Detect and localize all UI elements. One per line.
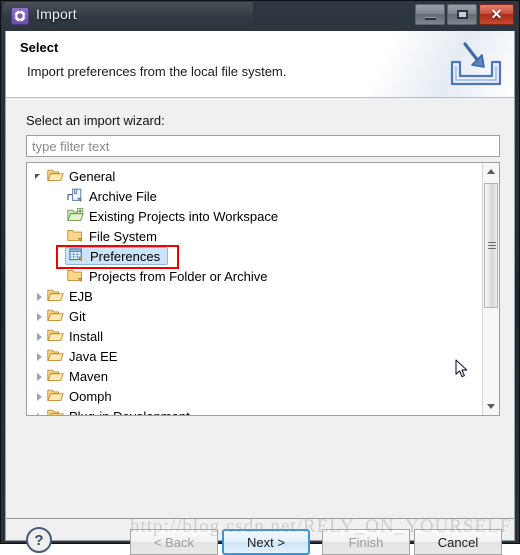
tree-item-content: Oomph [47,388,115,404]
tree-item-label: Oomph [69,388,112,404]
title-bar[interactable]: Import ✕ [1,1,519,31]
preferences-icon [68,248,86,264]
next-button[interactable]: Next > [222,529,310,555]
scroll-down-arrow-icon[interactable] [483,398,499,415]
tree-vertical-scrollbar[interactable] [482,163,499,415]
tree-item-preferences[interactable]: Preferences [27,246,482,266]
tree-item-label: Projects from Folder or Archive [89,268,268,284]
wizard-header: Select Import preferences from the local… [6,31,514,98]
folder-open-icon [47,348,65,364]
dialog-body: Select an import wizard: type filter tex… [6,99,514,555]
scrollbar-thumb[interactable] [484,183,498,308]
tree-item-file-system[interactable]: File System [27,226,482,246]
chevron-right-icon[interactable] [33,410,46,415]
help-button[interactable]: ? [26,527,52,553]
tree-item-label: General [69,168,116,184]
maximize-icon [457,10,468,19]
folder-open-icon [47,328,65,344]
tree-item-content: Existing Projects into Workspace [67,208,281,224]
page-title: Select [20,40,59,55]
chevron-right-icon[interactable] [33,390,46,403]
tree-item-label: Plug-in Development [69,408,190,416]
chevron-right-icon[interactable] [33,310,46,323]
import-dialog-window: Import ✕ Select Import preferences from … [0,0,520,555]
mouse-cursor [455,359,469,379]
tree-item-maven[interactable]: Maven [27,366,482,386]
tree-item-label: Install [69,328,103,344]
archive-file-icon [67,188,85,204]
tree-item-general[interactable]: General [27,166,482,186]
back-button[interactable]: < Back [130,529,218,555]
chevron-right-icon[interactable] [33,290,46,303]
tree-item-content: Archive File [67,188,160,204]
folder-open-icon [47,288,65,304]
scroll-down-glyph [487,404,495,409]
tree-item-label: Existing Projects into Workspace [89,208,279,224]
folder-open-icon [47,168,65,184]
tree-item-plug-in-development[interactable]: Plug-in Development [27,406,482,416]
tree-item-content: Plug-in Development [47,408,193,416]
minimize-icon [425,17,436,20]
chevron-right-icon[interactable] [33,350,46,363]
dialog-client-area: Select Import preferences from the local… [5,31,515,555]
tree-item-install[interactable]: Install [27,326,482,346]
tree-item-oomph[interactable]: Oomph [27,386,482,406]
tree-item-git[interactable]: Git [27,306,482,326]
cancel-button[interactable]: Cancel [414,529,502,555]
window-title: Import [36,6,77,22]
tree-item-label: Archive File [89,188,157,204]
tree-item-archive-file[interactable]: Archive File [27,186,482,206]
chevron-down-icon[interactable] [33,170,46,183]
tree-item-content: Preferences [65,247,169,265]
scroll-thumb-grip [488,242,496,249]
folder-open-icon [47,388,65,404]
tree-item-content: General [47,168,118,184]
tree-item-content: Java EE [47,348,120,364]
tree-item-content: Git [47,308,89,324]
import-tray-icon [448,38,504,90]
tree-item-content: EJB [47,288,96,304]
tree-item-content: Maven [47,368,111,384]
tree-item-label: Java EE [69,348,118,364]
page-description: Import preferences from the local file s… [27,64,287,79]
tree-item-content: Install [47,328,106,344]
folder-open-icon [47,368,65,384]
folder-open-icon [47,308,65,324]
tree-item-label: Maven [69,368,109,384]
filter-input[interactable]: type filter text [26,135,500,157]
tree-item-label: File System [89,228,157,244]
tree-item-existing-projects-into-workspace[interactable]: Existing Projects into Workspace [27,206,482,226]
folder-icon [67,228,85,244]
tree-item-content: Projects from Folder or Archive [67,268,270,284]
select-wizard-label: Select an import wizard: [26,113,165,128]
tree-item-ejb[interactable]: EJB [27,286,482,306]
folder-icon [67,268,85,284]
close-button[interactable]: ✕ [479,4,514,25]
import-wizard-tree[interactable]: General Archive File Existing Projects int… [26,162,500,416]
tree-item-projects-from-folder-or-archive[interactable]: Projects from Folder or Archive [27,266,482,286]
tree-item-content: File System [67,228,160,244]
chevron-right-icon[interactable] [33,330,46,343]
tree-item-label: EJB [69,288,93,304]
gear-icon [11,7,29,25]
tree-item-java-ee[interactable]: Java EE [27,346,482,366]
tree-item-list: General Archive File Existing Projects int… [27,166,482,416]
finish-button[interactable]: Finish [322,529,410,555]
tree-item-label: Git [69,308,86,324]
close-icon: ✕ [490,6,503,22]
maximize-button[interactable] [447,4,477,25]
projects-import-icon [67,208,85,224]
folder-open-icon [47,408,65,415]
minimize-button[interactable] [415,4,445,25]
scroll-up-glyph [487,169,495,174]
scroll-up-arrow-icon[interactable] [483,163,499,180]
tree-item-label: Preferences [90,248,161,264]
chevron-right-icon[interactable] [33,370,46,383]
footer-separator [6,518,514,519]
